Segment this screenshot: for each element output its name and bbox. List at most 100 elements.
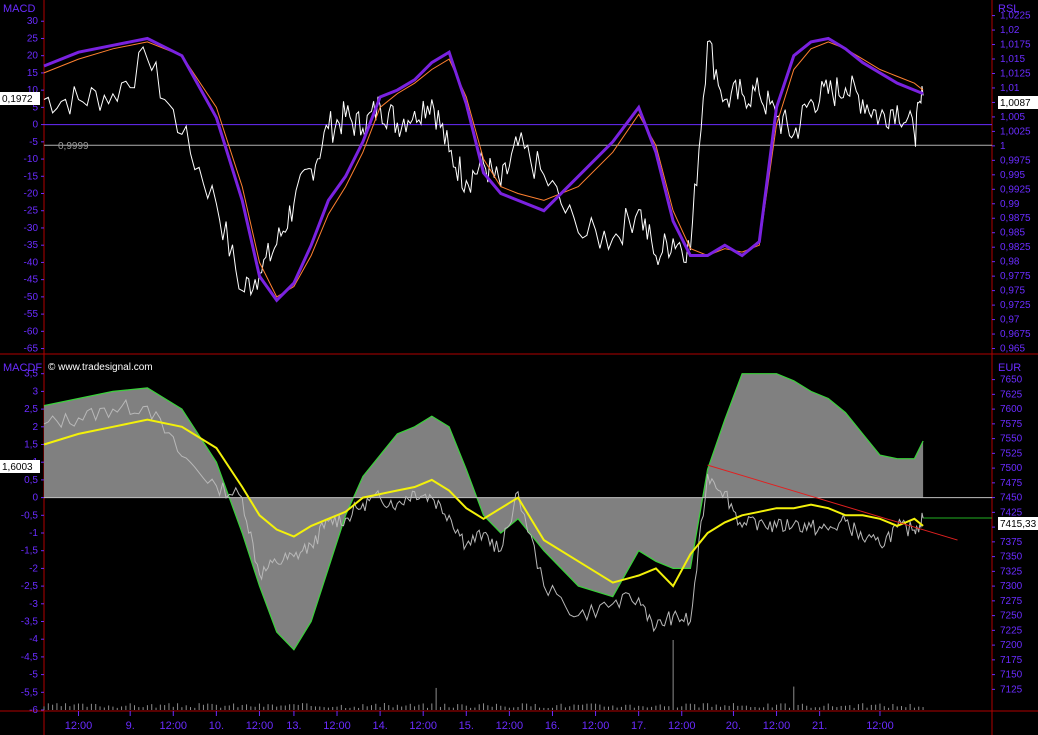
chart-canvas: MACD RSL 302520151050-5-10-15-20-25-30-3… <box>0 0 1038 735</box>
macdf-tick-label: -2 <box>29 563 38 574</box>
time-tick-label: 9. <box>126 720 135 732</box>
rsl-tick-label: 0,98 <box>1000 257 1020 268</box>
time-tick-label: 12:00 <box>65 720 93 732</box>
eur-tick-label: 7125 <box>1000 684 1023 695</box>
macdf-tick-label: 2 <box>32 422 38 433</box>
rsl-tick-label: 0,9775 <box>1000 271 1031 282</box>
rsl-tick-label: 1 <box>1000 141 1006 152</box>
macdf-tick-label: -1,5 <box>21 546 39 557</box>
macd-tick-label: -35 <box>24 240 39 251</box>
rsl-tick-label: 0,97 <box>1000 315 1020 326</box>
macdf-tick-label: -5,5 <box>21 687 39 698</box>
eur-tick-label: 7200 <box>1000 640 1023 651</box>
eur-tick-label: 7300 <box>1000 581 1023 592</box>
rsl-value-tag-text: 1,0087 <box>1000 98 1031 109</box>
macd-value-tag: 0,1972 <box>0 92 40 105</box>
macdf-tick-label: -4,5 <box>21 652 39 663</box>
eur-tick-label: 7225 <box>1000 625 1023 636</box>
macd-tick-label: -20 <box>24 189 39 200</box>
macd-tick-label: -10 <box>24 154 39 165</box>
time-tick-label: 14. <box>372 720 387 732</box>
macdf-tick-label: -5 <box>29 670 38 681</box>
macdf-tick-label: 1,5 <box>24 440 38 451</box>
rsl-tick-label: 0,965 <box>1000 344 1025 355</box>
eur-tick-label: 7425 <box>1000 507 1023 518</box>
eur-axis-title: EUR <box>998 362 1021 374</box>
eur-tick-label: 7500 <box>1000 463 1023 474</box>
time-tick-label: 21. <box>812 720 827 732</box>
macd-tick-label: 15 <box>27 68 39 79</box>
macd-tick-label: -60 <box>24 326 39 337</box>
time-tick-label: 12:00 <box>496 720 524 732</box>
macdf-tick-label: -3 <box>29 599 38 610</box>
macd-tick-label: -25 <box>24 206 39 217</box>
rsl-tick-label: 0,985 <box>1000 228 1025 239</box>
time-tick-label: 17. <box>631 720 646 732</box>
eur-tick-label: 7350 <box>1000 552 1023 563</box>
eur-value-tag: 7415,33 <box>998 517 1038 530</box>
eur-tick-label: 7600 <box>1000 404 1023 415</box>
eur-tick-label: 7525 <box>1000 448 1023 459</box>
time-tick-label: 12:00 <box>668 720 696 732</box>
macd-tick-label: 20 <box>27 51 39 62</box>
macdf-tick-label: 0,5 <box>24 475 38 486</box>
time-tick-label: 15. <box>459 720 474 732</box>
macd-axis-title: MACD <box>3 3 35 15</box>
macdf-tick-label: -6 <box>29 705 38 716</box>
time-tick-label: 13. <box>286 720 301 732</box>
time-tick-label: 12:00 <box>409 720 437 732</box>
macdf-tick-label: -3,5 <box>21 617 39 628</box>
rsl-value-tag: 1,0087 <box>998 96 1038 109</box>
eur-tick-label: 7375 <box>1000 537 1023 548</box>
eur-tick-label: 7150 <box>1000 670 1023 681</box>
macdf-tick-label: 3 <box>32 386 38 397</box>
time-tick-label: 12:00 <box>582 720 610 732</box>
macdf-tick-label: 3,5 <box>24 369 38 380</box>
rsl-tick-label: 1,0025 <box>1000 126 1031 137</box>
rsl-tick-label: 0,9825 <box>1000 242 1031 253</box>
macd-tick-label: -30 <box>24 223 39 234</box>
eur-tick-label: 7625 <box>1000 389 1023 400</box>
eur-tick-label: 7275 <box>1000 596 1023 607</box>
reference-line-label: 0,9999 <box>58 141 89 152</box>
eur-tick-label: 7450 <box>1000 493 1023 504</box>
macd-tick-label: -5 <box>29 137 38 148</box>
rsl-tick-label: 0,975 <box>1000 286 1025 297</box>
eur-value-tag-text: 7415,33 <box>1000 519 1037 530</box>
rsl-tick-label: 0,995 <box>1000 170 1025 181</box>
rsl-tick-label: 0,99 <box>1000 199 1020 210</box>
macd-tick-label: -15 <box>24 171 39 182</box>
rsl-tick-label: 1,005 <box>1000 112 1025 123</box>
macd-tick-label: 25 <box>27 33 39 44</box>
macdf-value-tag-text: 1,6003 <box>2 462 33 473</box>
macdf-tick-label: 2,5 <box>24 404 38 415</box>
rsl-tick-label: 0,9675 <box>1000 329 1031 340</box>
rsl-tick-label: 1,0225 <box>1000 11 1031 22</box>
macdf-value-tag: 1,6003 <box>0 460 40 473</box>
rsl-tick-label: 1,02 <box>1000 25 1020 36</box>
macdf-tick-label: -0,5 <box>21 510 39 521</box>
time-tick-label: 12:00 <box>866 720 894 732</box>
macdf-tick-label: 0 <box>32 493 38 504</box>
eur-tick-label: 7475 <box>1000 478 1023 489</box>
macd-tick-label: 30 <box>27 16 39 27</box>
macdf-tick-label: -2,5 <box>21 581 39 592</box>
time-tick-label: 10. <box>209 720 224 732</box>
macdf-tick-label: -1 <box>29 528 38 539</box>
macdf-tick-label: -4 <box>29 634 38 645</box>
eur-tick-label: 7575 <box>1000 419 1023 430</box>
macd-tick-label: -45 <box>24 275 39 286</box>
rsl-tick-label: 0,9875 <box>1000 213 1031 224</box>
rsl-tick-label: 0,9925 <box>1000 184 1031 195</box>
macd-tick-label: 0 <box>32 120 38 131</box>
time-tick-label: 20. <box>726 720 741 732</box>
time-tick-label: 12:00 <box>246 720 274 732</box>
rsl-tick-label: 1,01 <box>1000 83 1020 94</box>
time-tick-label: 16. <box>545 720 560 732</box>
time-tick-label: 12:00 <box>323 720 351 732</box>
rsl-tick-label: 1,0175 <box>1000 40 1031 51</box>
time-tick-label: 12:00 <box>763 720 791 732</box>
eur-tick-label: 7250 <box>1000 611 1023 622</box>
rsl-tick-label: 1,0125 <box>1000 68 1031 79</box>
macd-tick-label: -55 <box>24 309 39 320</box>
